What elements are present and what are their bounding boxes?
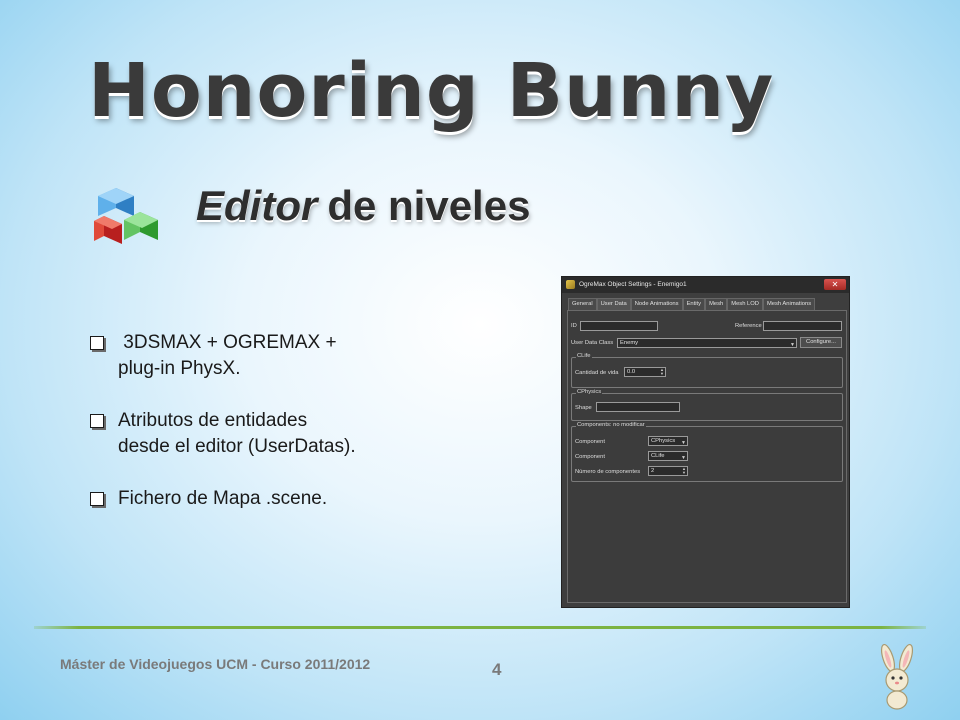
clife-legend: CLife: [576, 353, 592, 359]
component-label: Component: [575, 439, 605, 445]
id-input[interactable]: [580, 321, 658, 331]
numero-de-componentes-input[interactable]: 2 ▲ ▼: [648, 466, 688, 476]
checkbox-bullet-icon: [90, 414, 104, 428]
reference-label: Reference: [735, 323, 762, 329]
cphysics-legend: CPhysics: [576, 389, 603, 395]
user-data-class-value: Enemy: [620, 340, 639, 346]
bullet-line: desde el editor (UserDatas).: [118, 436, 356, 457]
tab-user-data[interactable]: User Data: [596, 298, 631, 310]
component-select[interactable]: CPhysics ▼: [648, 436, 688, 446]
slide-subtitle: Editor de niveles: [196, 182, 530, 230]
tab-mesh[interactable]: Mesh: [705, 298, 728, 310]
component-label: Component: [575, 454, 605, 460]
tab-general[interactable]: General: [568, 298, 597, 310]
clife-group: CLife Cantidad de vida 0.0 ▲ ▼: [571, 353, 843, 388]
tab-mesh-lod[interactable]: Mesh LOD: [727, 298, 763, 310]
cantidad-de-vida-input[interactable]: 0.0 ▲ ▼: [624, 367, 666, 377]
id-label: ID: [571, 323, 577, 329]
cantidad-de-vida-label: Cantidad de vida: [575, 370, 619, 376]
slide-title: Honoring Bunny: [88, 48, 775, 134]
window-titlebar[interactable]: OgreMax Object Settings - Enemigo1 ✕: [562, 277, 849, 293]
ogremax-settings-window: OgreMax Object Settings - Enemigo1 ✕ Gen…: [561, 276, 850, 608]
footer-text: Máster de Videojuegos UCM - Curso 2011/2…: [60, 656, 371, 672]
slide: Honoring Bunny Editor de niveles 3DSMAX +…: [0, 0, 960, 720]
ogremax-app-icon: [566, 280, 575, 289]
bullet-list: 3DSMAX + OGREMAX + plug-in PhysX. Atribu…: [88, 330, 508, 538]
user-data-panel: ID Reference User Data Class Enemy ▼ Conf…: [567, 310, 847, 603]
shape-label: Shape: [575, 405, 592, 411]
bullet-item: 3DSMAX + OGREMAX + plug-in PhysX.: [88, 330, 508, 382]
tab-entity[interactable]: Entity: [682, 298, 706, 310]
bunny-icon: [880, 644, 914, 710]
numero-de-componentes-label: Número de componentes: [575, 469, 641, 475]
reference-input[interactable]: [763, 321, 842, 331]
components-legend: Components: no modificar: [576, 422, 646, 428]
component-select[interactable]: CLife ▼: [648, 451, 688, 461]
chevron-down-icon: ▼: [790, 342, 795, 348]
window-title: OgreMax Object Settings - Enemigo1: [579, 281, 687, 288]
numero-de-componentes-value: 2: [651, 468, 655, 474]
user-data-class-select[interactable]: Enemy ▼: [617, 338, 797, 348]
cphysics-group: CPhysics Shape: [571, 389, 843, 421]
bullet-line: plug-in PhysX.: [118, 358, 241, 379]
bullet-line: 3DSMAX + OGREMAX +: [118, 332, 337, 353]
footer-divider: [34, 626, 926, 629]
cantidad-de-vida-value: 0.0: [627, 369, 636, 375]
close-button[interactable]: ✕: [824, 279, 846, 290]
checkbox-bullet-icon: [90, 492, 104, 506]
spinner-arrows-icon[interactable]: ▲ ▼: [660, 368, 664, 376]
configure-button[interactable]: Configure...: [800, 337, 842, 348]
tab-mesh-animations[interactable]: Mesh Animations: [762, 298, 816, 310]
subtitle-italic: Editor: [196, 182, 318, 229]
bullet-item: Atributos de entidades desde el editor (…: [88, 408, 508, 460]
component-value: CPhysics: [651, 438, 676, 444]
tab-bar: General User Data Node Animations Entity…: [568, 298, 816, 310]
bullet-line: Fichero de Mapa .scene.: [118, 488, 328, 509]
chevron-down-icon: ▼: [681, 440, 686, 446]
checkbox-bullet-icon: [90, 336, 104, 350]
cubes-icon: [94, 188, 158, 244]
spinner-arrows-icon[interactable]: ▲ ▼: [682, 467, 686, 475]
shape-input[interactable]: [596, 402, 680, 412]
component-value: CLife: [651, 453, 665, 459]
chevron-down-icon: ▼: [681, 455, 686, 461]
bullet-line: Atributos de entidades: [118, 410, 308, 431]
user-data-class-label: User Data Class: [571, 340, 614, 346]
tab-node-animations[interactable]: Node Animations: [630, 298, 683, 310]
bullet-item: Fichero de Mapa .scene.: [88, 486, 508, 512]
components-group: Components: no modificar Component CPhys…: [571, 422, 843, 482]
subtitle-rest: de niveles: [327, 182, 531, 229]
page-number: 4: [492, 660, 502, 679]
